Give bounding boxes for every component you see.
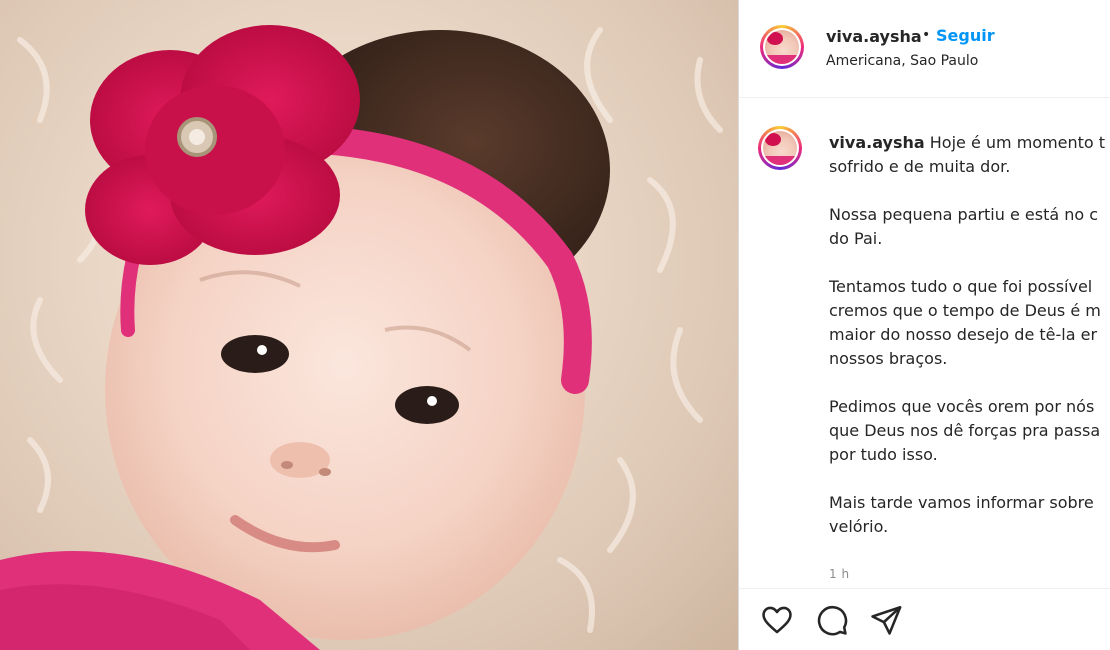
follow-button[interactable]: Seguir [936,26,995,45]
baby-photo-illustration [0,25,723,650]
caption-line: nossos braços. [829,349,948,368]
caption-line: que Deus nos dê forças pra passa [829,421,1101,440]
caption-username[interactable]: viva.aysha [829,133,925,152]
caption-line: Mais tarde vamos informar sobre [829,493,1094,512]
caption-avatar[interactable] [758,126,802,170]
send-icon [871,605,902,635]
caption-line: maior do nosso desejo de tê-la er [829,325,1098,344]
share-button[interactable] [869,603,903,637]
header-username[interactable]: viva.aysha [826,27,922,46]
heart-icon [762,606,792,634]
separator-dot: • [922,27,931,43]
actions-separator [739,588,1110,589]
caption-line: do Pai. [829,229,883,248]
comment-button[interactable] [815,603,849,637]
caption-line: Pedimos que vocês orem por nós [829,397,1095,416]
post-caption: viva.aysha Hoje é um momento t sofrido e… [829,131,1110,563]
caption-line: Hoje é um momento t [929,133,1106,152]
post-location[interactable]: Americana, Sao Paulo [826,53,978,69]
caption-line: Nossa pequena partiu e está no c [829,205,1099,224]
caption-line: por tudo isso. [829,445,938,464]
caption-line: sofrido e de muita dor. [829,157,1011,176]
caption-line: cremos que o tempo de Deus é m [829,301,1101,320]
header-avatar[interactable] [760,25,804,69]
post-photo[interactable] [0,0,738,650]
comment-icon [817,605,848,636]
caption-line: velório. [829,517,889,536]
post-timestamp[interactable]: 1 h [829,567,850,581]
caption-line: Tentamos tudo o que foi possível [829,277,1093,296]
header-separator [739,97,1110,98]
like-button[interactable] [760,603,794,637]
